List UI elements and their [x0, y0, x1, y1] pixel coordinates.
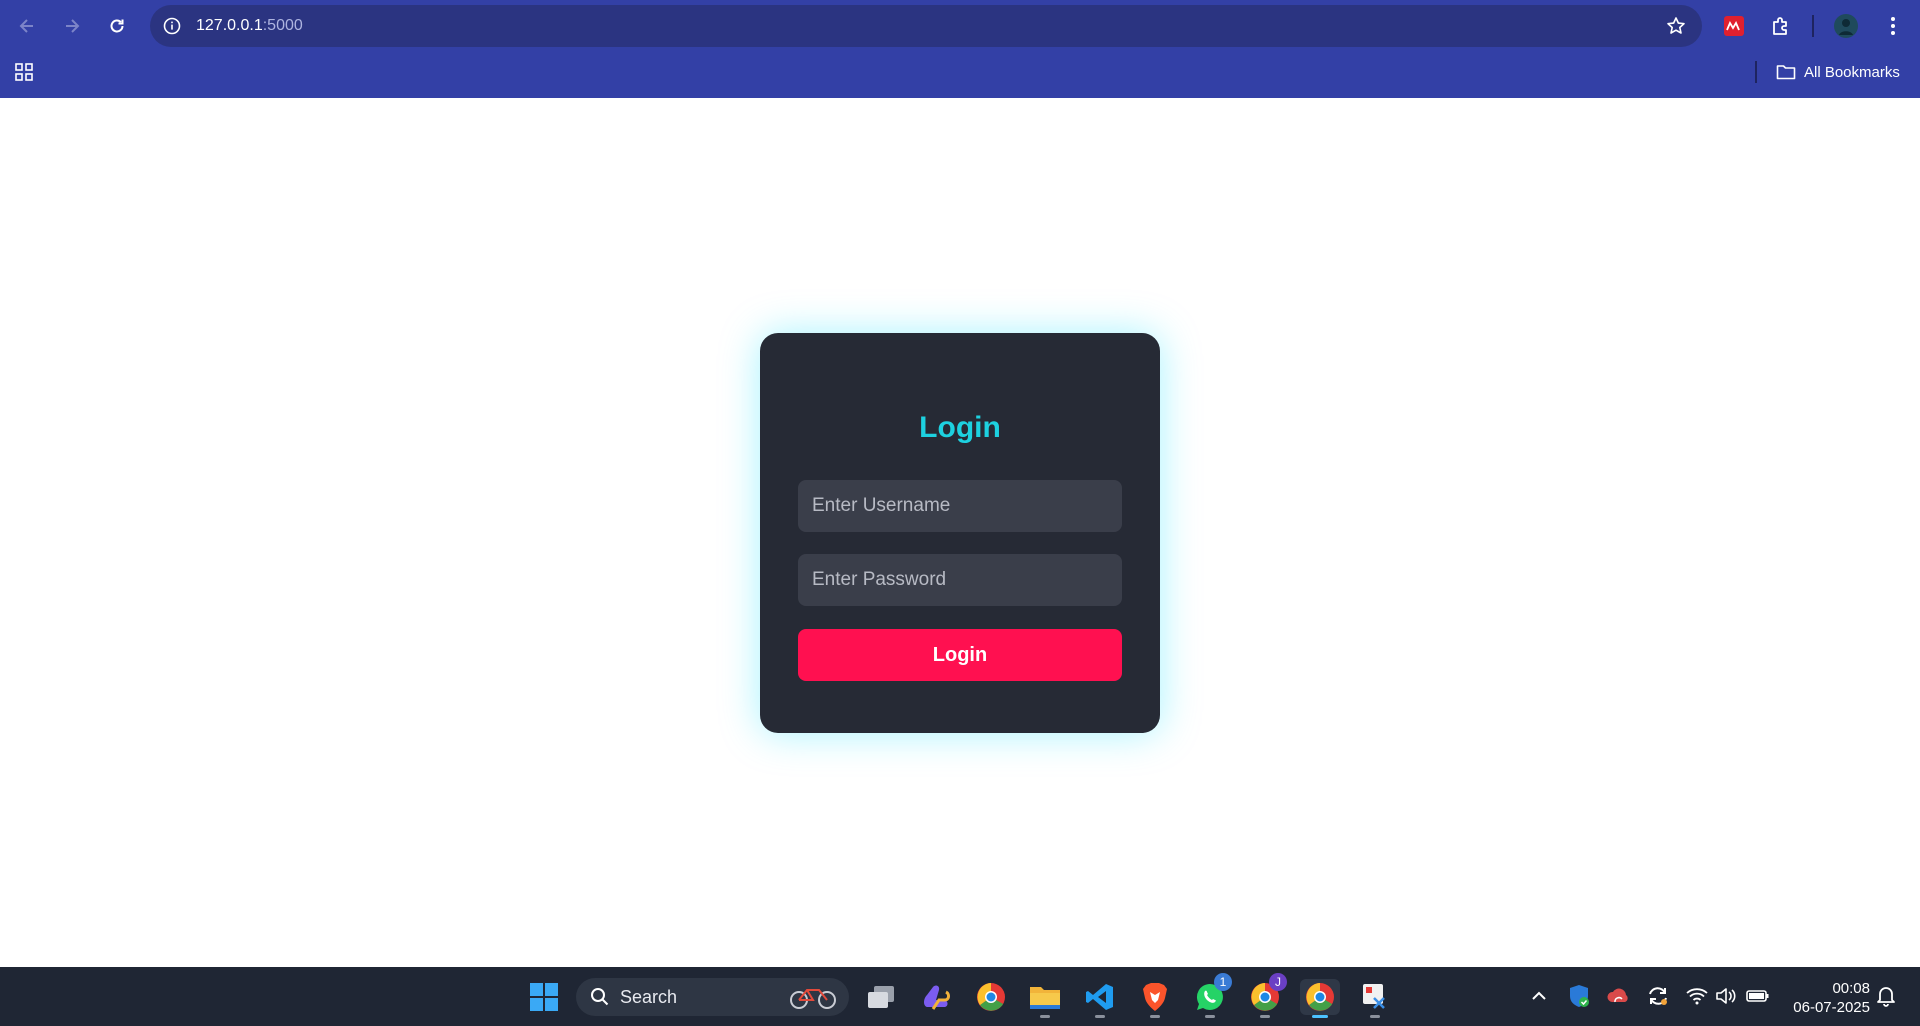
browser-toolbar: 127.0.0.1:5000 All Bookmarks: [0, 0, 1920, 98]
url-host: 127.0.0.1: [196, 17, 263, 34]
notification-badge: 1: [1214, 973, 1232, 991]
chrome-icon: [1306, 983, 1334, 1011]
speaker-icon: [1716, 988, 1736, 1004]
snipping-tool-app[interactable]: [1355, 979, 1395, 1018]
kebab-menu-icon[interactable]: [1876, 9, 1910, 43]
address-bar[interactable]: 127.0.0.1:5000: [150, 5, 1702, 47]
running-indicator: [1260, 1015, 1270, 1018]
task-view-icon: [868, 986, 894, 1008]
brave-app[interactable]: [1135, 979, 1175, 1018]
windows-icon: [530, 983, 558, 1011]
avatar-icon[interactable]: [1829, 9, 1863, 43]
whatsapp-app[interactable]: 1: [1190, 973, 1232, 1018]
reload-button[interactable]: [99, 8, 135, 44]
running-indicator: [1095, 1015, 1105, 1018]
taskbar-clock[interactable]: 00:08 06-07-2025: [1780, 979, 1870, 1017]
chrome-icon: [977, 983, 1005, 1011]
page-viewport: Login Login: [0, 98, 1920, 967]
bell-icon: [1877, 987, 1895, 1007]
update-tray[interactable]: [1645, 981, 1671, 1011]
search-icon: [591, 988, 609, 1006]
copilot-app[interactable]: [916, 979, 956, 1015]
notifications-button[interactable]: [1873, 981, 1899, 1011]
battery-icon: [1746, 990, 1769, 1002]
toolbar-divider: [1812, 15, 1814, 37]
snipping-tool-icon: [1363, 984, 1385, 1009]
clock-time: 00:08: [1832, 980, 1870, 997]
reload-icon: [110, 19, 124, 33]
running-indicator: [1150, 1015, 1160, 1018]
info-icon[interactable]: [160, 14, 184, 38]
chrome-profile-app[interactable]: J: [1245, 973, 1287, 1018]
vscode-app[interactable]: [1080, 979, 1120, 1018]
username-input[interactable]: [798, 480, 1122, 532]
search-label: Search: [620, 986, 678, 1007]
apps-grid-icon[interactable]: [12, 60, 36, 84]
clock-date: 06-07-2025: [1793, 999, 1870, 1016]
tray-overflow-button[interactable]: [1526, 981, 1552, 1011]
copilot-icon: [924, 985, 950, 1010]
all-bookmarks-label: All Bookmarks: [1804, 63, 1900, 81]
cloud-icon: [1607, 988, 1628, 1003]
running-indicator: [1205, 1015, 1215, 1018]
running-indicator: [1370, 1015, 1380, 1018]
task-view-button[interactable]: [861, 979, 901, 1015]
folder-icon: [1030, 987, 1060, 1009]
forward-button[interactable]: [54, 8, 90, 44]
arrow-right-icon: [66, 19, 80, 33]
brave-icon: [1143, 983, 1167, 1011]
url-text[interactable]: 127.0.0.1:5000: [196, 17, 303, 35]
taskbar-search[interactable]: Search: [576, 978, 849, 1016]
login-card: Login Login: [760, 333, 1160, 733]
battery-tray[interactable]: [1745, 981, 1771, 1011]
login-button[interactable]: Login: [798, 629, 1122, 681]
profile-badge: J: [1269, 973, 1287, 991]
chevron-up-icon: [1532, 991, 1546, 1000]
password-input[interactable]: [798, 554, 1122, 606]
security-tray[interactable]: [1566, 981, 1592, 1011]
running-indicator: [1040, 1015, 1050, 1018]
back-button[interactable]: [9, 8, 45, 44]
vscode-icon: [1086, 984, 1113, 1010]
wifi-tray[interactable]: [1684, 981, 1710, 1011]
active-indicator: [1312, 1015, 1328, 1018]
star-icon[interactable]: [1664, 14, 1688, 38]
shield-icon: [1570, 985, 1589, 1007]
taskbar: Search 1 J 00:08 06-07-2025: [0, 967, 1920, 1026]
folder-icon: [1776, 65, 1796, 80]
file-explorer-app[interactable]: [1025, 979, 1065, 1018]
cloud-sync-tray[interactable]: [1605, 981, 1631, 1011]
chrome-app[interactable]: [971, 979, 1011, 1015]
wifi-icon: [1686, 988, 1708, 1005]
chrome-active-app[interactable]: [1300, 979, 1340, 1018]
bookmarks-divider: [1755, 61, 1757, 83]
sync-icon: [1649, 987, 1667, 1005]
puzzle-icon[interactable]: [1764, 9, 1798, 43]
login-title: Login: [919, 411, 1001, 444]
extension-icon[interactable]: [1717, 9, 1751, 43]
start-button[interactable]: [524, 979, 564, 1015]
volume-tray[interactable]: [1713, 981, 1739, 1011]
arrow-left-icon: [19, 19, 33, 33]
all-bookmarks-button[interactable]: All Bookmarks: [1776, 60, 1900, 84]
url-port: :5000: [262, 17, 303, 34]
bicycle-icon: [790, 989, 836, 1009]
